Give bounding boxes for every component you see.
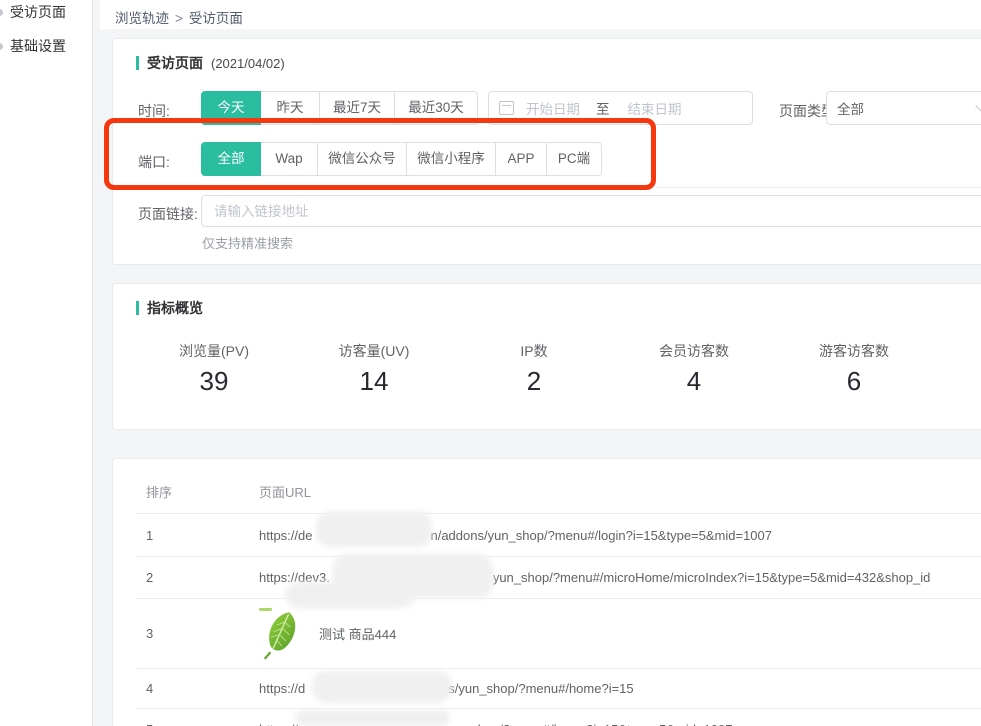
page-link-input[interactable] bbox=[201, 195, 981, 227]
metric-value: 39 bbox=[134, 366, 294, 396]
port-filter-group: 全部 Wap 微信公众号 微信小程序 APP PC端 bbox=[201, 142, 602, 176]
metric-guest-visitors: 游客访客数 6 bbox=[774, 342, 934, 396]
metrics-card-title: 指标概览 bbox=[136, 300, 203, 316]
product-image bbox=[259, 608, 301, 660]
sidebar-item-label: 基础设置 bbox=[10, 38, 66, 54]
divider bbox=[656, 187, 981, 188]
metrics-title: 指标概览 bbox=[147, 298, 203, 318]
breadcrumb-parent[interactable]: 浏览轨迹 bbox=[115, 11, 169, 26]
time-option-yesterday[interactable]: 昨天 bbox=[260, 91, 320, 125]
port-option-app[interactable]: APP bbox=[495, 142, 547, 176]
url-text: yun_shop/?menu#/microHome/microIndex?i=1… bbox=[493, 570, 931, 585]
column-header-url: 页面URL bbox=[259, 482, 981, 513]
date-range-to-label: 至 bbox=[596, 98, 610, 118]
pages-table-card: 排序 页面URL 1 https://de n/addons/yun_shop/… bbox=[112, 458, 981, 726]
port-filter-label: 端口: bbox=[138, 152, 170, 172]
table-row: 3 bbox=[136, 599, 981, 669]
time-option-last30days[interactable]: 最近30天 bbox=[394, 91, 478, 125]
time-option-last7days[interactable]: 最近7天 bbox=[319, 91, 395, 125]
metric-label: 访客量(UV) bbox=[294, 342, 454, 360]
title-accent-bar bbox=[136, 301, 139, 315]
page-title: 受访页面 bbox=[147, 53, 203, 73]
pages-table: 排序 页面URL 1 https://de n/addons/yun_shop/… bbox=[136, 459, 981, 726]
metric-label: IP数 bbox=[454, 342, 614, 360]
metrics-row: 浏览量(PV) 39 访客量(UV) 14 IP数 2 会员访客数 4 游客访客… bbox=[134, 342, 934, 396]
metric-pv: 浏览量(PV) 39 bbox=[134, 342, 294, 396]
sidebar-item-basic-settings[interactable]: 基础设置 bbox=[0, 36, 92, 56]
time-option-today[interactable]: 今天 bbox=[201, 91, 261, 125]
rank-cell: 2 bbox=[136, 570, 259, 585]
url-text: s/yun_shop/?menu#/home?i=15 bbox=[448, 681, 633, 696]
metric-value: 6 bbox=[774, 366, 934, 396]
leaf-icon bbox=[259, 608, 301, 660]
url-text: n/addons/yun_shop/?menu#/login?i=15&type… bbox=[430, 528, 772, 543]
product-name: 测试 商品444 bbox=[319, 624, 396, 643]
port-option-all[interactable]: 全部 bbox=[201, 142, 261, 176]
table-header: 排序 页面URL bbox=[136, 459, 981, 514]
url-text: https://d bbox=[259, 681, 305, 696]
port-option-pc[interactable]: PC端 bbox=[546, 142, 602, 176]
start-date-input[interactable]: 开始日期 bbox=[526, 98, 580, 118]
page-root: 受访页面 基础设置 浏览轨迹 > 受访页面 受访页面 (2021/04/02) 时间… bbox=[0, 0, 981, 726]
censor-blur bbox=[312, 671, 452, 703]
rank-cell: 3 bbox=[136, 626, 259, 641]
sidebar: 受访页面 基础设置 bbox=[0, 0, 93, 726]
table-row: 5 https:// yun_shop/?menu#/home?i=15&typ… bbox=[136, 709, 981, 726]
censor-blur bbox=[295, 710, 450, 726]
censor-blur bbox=[285, 582, 415, 608]
metric-value: 4 bbox=[614, 366, 774, 396]
product: 测试 商品444 bbox=[259, 608, 396, 660]
table-row: 4 https://d s/yun_shop/?menu#/home?i=15 bbox=[136, 669, 981, 709]
metric-label: 游客访客数 bbox=[774, 342, 934, 360]
product-cell: 测试 商品444 bbox=[259, 608, 981, 660]
breadcrumb-separator: > bbox=[175, 11, 183, 26]
leaf-dash-icon bbox=[259, 608, 272, 611]
url-text: https://de bbox=[259, 528, 312, 543]
metric-ip: IP数 2 bbox=[454, 342, 614, 396]
title-date-note: (2021/04/02) bbox=[211, 56, 285, 71]
sidebar-item-visited-pages[interactable]: 受访页面 bbox=[0, 2, 92, 22]
filters-card-title: 受访页面 (2021/04/02) bbox=[136, 55, 285, 71]
bullet-icon bbox=[0, 43, 3, 50]
port-option-wechat-miniprogram[interactable]: 微信小程序 bbox=[406, 142, 496, 176]
metric-label: 会员访客数 bbox=[614, 342, 774, 360]
breadcrumb-current: 受访页面 bbox=[189, 11, 243, 26]
metric-member-visitors: 会员访客数 4 bbox=[614, 342, 774, 396]
breadcrumb: 浏览轨迹 > 受访页面 bbox=[115, 7, 243, 27]
url-text: yun_shop/?menu#/home?i=15&type=5&mid=100… bbox=[443, 722, 732, 726]
end-date-input[interactable]: 结束日期 bbox=[628, 98, 682, 118]
metric-value: 2 bbox=[454, 366, 614, 396]
page-link-hint: 仅支持精准搜索 bbox=[202, 233, 293, 252]
rank-cell: 4 bbox=[136, 681, 259, 696]
table-row: 2 https://dev3. yun_shop/?menu#/microHom… bbox=[136, 557, 981, 599]
date-range-picker[interactable]: 开始日期 至 结束日期 bbox=[488, 91, 753, 125]
table-row: 1 https://de n/addons/yun_shop/?menu#/lo… bbox=[136, 514, 981, 557]
filters-card: 受访页面 (2021/04/02) 时间: 今天 昨天 最近7天 最近30天 开… bbox=[112, 38, 981, 265]
censor-blur bbox=[316, 511, 432, 547]
page-link-label: 页面链接: bbox=[138, 204, 198, 224]
sidebar-item-label: 受访页面 bbox=[10, 4, 66, 20]
port-option-wechat-official[interactable]: 微信公众号 bbox=[317, 142, 407, 176]
rank-cell: 1 bbox=[136, 528, 259, 543]
breadcrumb-bar: 浏览轨迹 > 受访页面 bbox=[100, 0, 981, 29]
metric-label: 浏览量(PV) bbox=[134, 342, 294, 360]
time-filter-group: 今天 昨天 最近7天 最近30天 bbox=[201, 91, 478, 125]
metric-value: 14 bbox=[294, 366, 454, 396]
rank-cell: 5 bbox=[136, 722, 259, 726]
metrics-card: 指标概览 浏览量(PV) 39 访客量(UV) 14 IP数 2 会员访客数 4… bbox=[112, 283, 981, 430]
page-type-select[interactable]: 全部 bbox=[826, 91, 981, 125]
url-text: https:// bbox=[259, 722, 298, 726]
bullet-icon bbox=[0, 9, 3, 16]
calendar-icon bbox=[499, 101, 514, 115]
title-accent-bar bbox=[136, 56, 139, 70]
column-header-rank: 排序 bbox=[136, 482, 259, 513]
port-option-wap[interactable]: Wap bbox=[260, 142, 318, 176]
metric-uv: 访客量(UV) 14 bbox=[294, 342, 454, 396]
time-filter-label: 时间: bbox=[138, 101, 170, 121]
page-type-value: 全部 bbox=[837, 98, 977, 118]
